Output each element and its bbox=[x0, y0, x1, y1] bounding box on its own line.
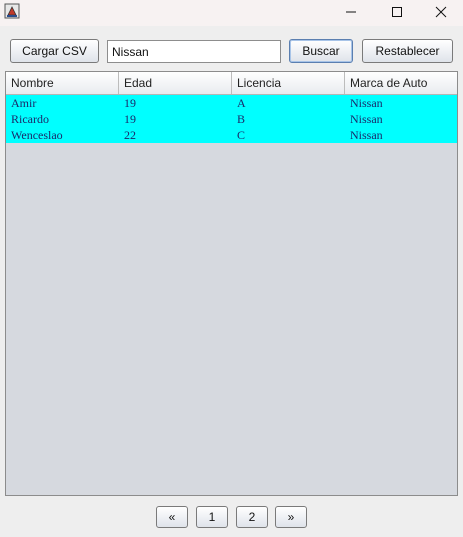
toolbar: Cargar CSV Buscar Restablecer bbox=[0, 26, 463, 71]
close-button[interactable] bbox=[418, 0, 463, 24]
cell-nombre: Ricardo bbox=[11, 112, 49, 126]
cell-marca: Nissan bbox=[350, 112, 383, 126]
maximize-icon bbox=[392, 7, 402, 17]
maximize-button[interactable] bbox=[374, 0, 420, 24]
results-table[interactable]: Nombre Edad Licencia Marca de Auto Amir … bbox=[5, 71, 458, 496]
java-app-icon bbox=[4, 3, 20, 19]
cell-licencia: A bbox=[237, 96, 246, 110]
cell-edad: 22 bbox=[124, 128, 136, 142]
reset-button[interactable]: Restablecer bbox=[362, 39, 453, 63]
cell-licencia: B bbox=[237, 112, 246, 126]
prev-page-button[interactable]: « bbox=[156, 506, 188, 528]
cell-licencia: C bbox=[237, 128, 246, 142]
next-page-button[interactable]: » bbox=[275, 506, 307, 528]
column-header-marca[interactable]: Marca de Auto bbox=[345, 72, 457, 94]
minimize-icon bbox=[346, 11, 356, 13]
table-row[interactable]: Wenceslao 22 C Nissan bbox=[6, 127, 457, 143]
column-header-nombre[interactable]: Nombre bbox=[6, 72, 119, 94]
search-button[interactable]: Buscar bbox=[289, 39, 353, 63]
search-input[interactable] bbox=[107, 40, 281, 63]
load-csv-button[interactable]: Cargar CSV bbox=[10, 39, 99, 63]
column-header-licencia[interactable]: Licencia bbox=[232, 72, 345, 94]
cell-nombre: Wenceslao bbox=[11, 128, 63, 142]
cell-marca: Nissan bbox=[350, 128, 383, 142]
cell-marca: Nissan bbox=[350, 96, 383, 110]
close-icon bbox=[435, 6, 447, 18]
column-header-edad[interactable]: Edad bbox=[119, 72, 232, 94]
table-row[interactable]: Amir 19 A Nissan bbox=[6, 95, 457, 111]
page-1-button[interactable]: 1 bbox=[196, 506, 228, 528]
cell-edad: 19 bbox=[124, 112, 136, 126]
title-bar bbox=[0, 0, 463, 26]
cell-nombre: Amir bbox=[11, 96, 37, 110]
minimize-button[interactable] bbox=[328, 0, 374, 24]
table-row[interactable]: Ricardo 19 B Nissan bbox=[6, 111, 457, 127]
page-2-button[interactable]: 2 bbox=[236, 506, 268, 528]
cell-edad: 19 bbox=[124, 96, 136, 110]
table-header: Nombre Edad Licencia Marca de Auto bbox=[6, 72, 457, 95]
pagination: « 1 2 » bbox=[0, 496, 463, 537]
